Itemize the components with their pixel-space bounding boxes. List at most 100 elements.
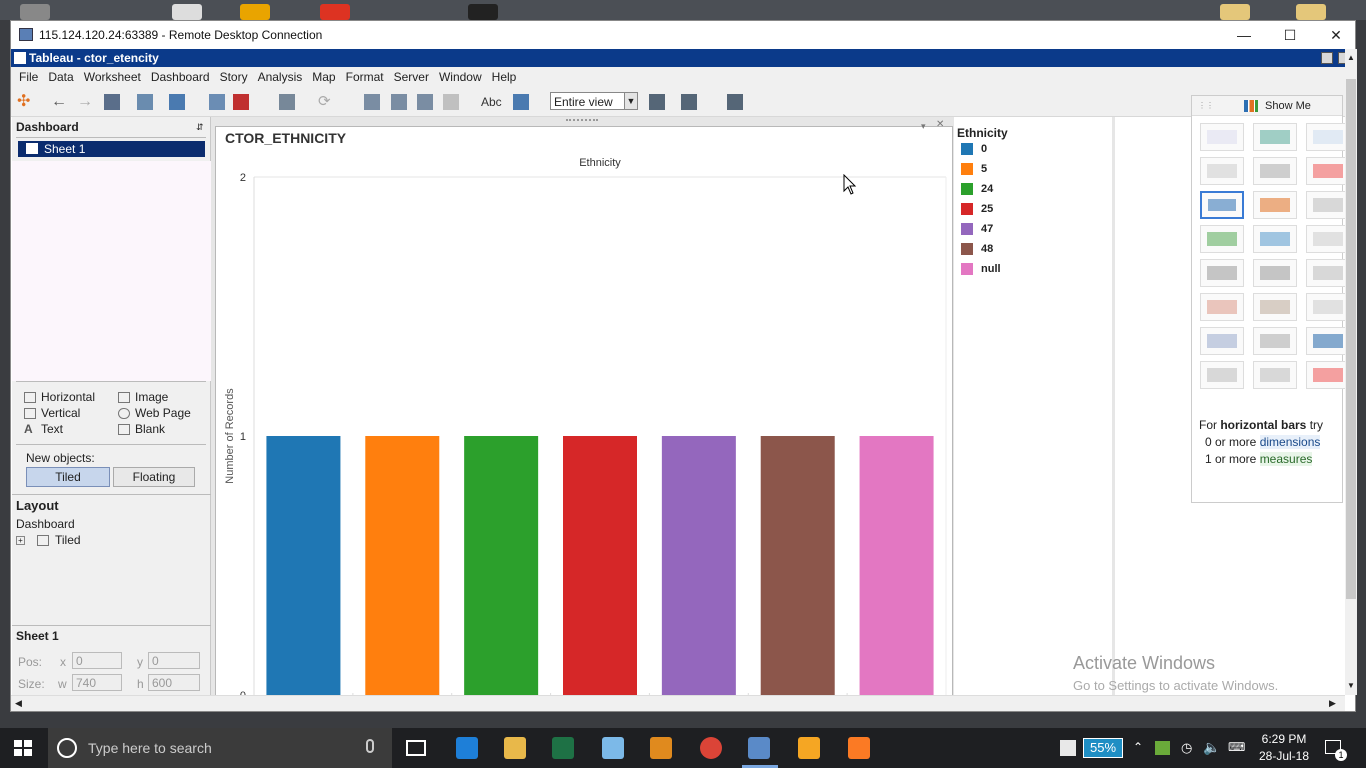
input-language-icon[interactable]: ⌨ <box>1228 740 1245 754</box>
media-player-icon[interactable] <box>798 737 820 759</box>
task-view-icon[interactable] <box>406 740 426 756</box>
scroll-up-icon[interactable]: ▲ <box>1347 53 1355 62</box>
drag-handle[interactable] <box>566 119 598 124</box>
desktop-icon[interactable] <box>172 4 202 20</box>
restore-button[interactable] <box>1321 52 1333 64</box>
layout-tree-item[interactable]: + Tiled <box>16 533 81 547</box>
object-vertical[interactable]: Vertical <box>24 406 80 420</box>
chart-type-thumbnail[interactable] <box>1200 327 1244 355</box>
menu-format[interactable]: Format <box>341 70 389 84</box>
layout-root[interactable]: Dashboard <box>16 517 75 531</box>
chart-type-thumbnail[interactable] <box>1306 157 1350 185</box>
bar-null[interactable] <box>859 436 934 695</box>
zone-menu-icon[interactable]: ▾ <box>921 121 926 132</box>
chart-type-thumbnail[interactable] <box>1306 361 1350 389</box>
sheet-zone[interactable]: CTOR_ETHNICITY ▾ ✕ Ethnicity210Number of… <box>215 119 953 696</box>
menu-file[interactable]: File <box>14 70 43 84</box>
battery-indicator[interactable]: 55% <box>1083 738 1123 758</box>
clear-sheet-icon[interactable] <box>233 94 249 110</box>
chrome-icon[interactable] <box>700 737 722 759</box>
desktop-icon[interactable] <box>240 4 270 20</box>
legend-item[interactable]: 47 <box>961 223 993 235</box>
clock-date[interactable]: 28-Jul-18 <box>1254 749 1314 763</box>
sort-ascending-icon[interactable] <box>391 94 407 110</box>
sublime-text-icon[interactable] <box>650 737 672 759</box>
new-worksheet-icon[interactable] <box>169 94 185 110</box>
new-data-source-icon[interactable] <box>137 94 153 110</box>
desktop-icon[interactable] <box>468 4 498 20</box>
file-explorer-icon[interactable] <box>504 737 526 759</box>
chart-type-thumbnail[interactable] <box>1253 327 1297 355</box>
desktop-icon[interactable] <box>1220 4 1250 20</box>
legend-item[interactable]: 5 <box>961 163 987 175</box>
chart-type-thumbnail[interactable] <box>1306 259 1350 287</box>
windows-start-icon[interactable] <box>14 740 32 756</box>
legend-item[interactable]: 48 <box>961 243 993 255</box>
clock-time[interactable]: 6:29 PM <box>1254 732 1314 746</box>
size-w-input[interactable]: 740 <box>72 674 122 691</box>
pos-y-input[interactable]: 0 <box>148 652 200 669</box>
chart-type-thumbnail[interactable] <box>1200 123 1244 151</box>
chart-type-thumbnail[interactable] <box>1306 327 1350 355</box>
bar-24[interactable] <box>464 436 539 695</box>
maximize-button[interactable]: ☐ <box>1267 21 1313 49</box>
show-me-header[interactable]: ⋮⋮ Show Me <box>1192 96 1342 116</box>
chart-type-thumbnail[interactable] <box>1253 157 1297 185</box>
show-labels-button[interactable]: Abc <box>481 95 502 109</box>
size-h-input[interactable]: 600 <box>148 674 200 691</box>
chart-type-thumbnail[interactable] <box>1253 191 1297 219</box>
close-button[interactable]: ✕ <box>1313 21 1359 49</box>
zone-close-icon[interactable]: ✕ <box>936 119 944 130</box>
bar-5[interactable] <box>365 436 440 695</box>
bar-47[interactable] <box>661 436 736 695</box>
refresh-icon[interactable]: ⟳ <box>318 94 334 110</box>
tableau-start-icon[interactable]: ✣ <box>17 94 33 110</box>
save-icon[interactable] <box>104 94 120 110</box>
chart-type-thumbnail[interactable] <box>1306 293 1350 321</box>
notification-count[interactable]: 1 <box>1335 749 1347 761</box>
wifi-icon[interactable]: ◷ <box>1181 740 1192 756</box>
tiled-button[interactable]: Tiled <box>26 467 110 487</box>
object-image[interactable]: Image <box>118 390 168 404</box>
scroll-right-icon[interactable]: ▶ <box>1329 698 1336 709</box>
menu-map[interactable]: Map <box>307 70 340 84</box>
group-icon[interactable] <box>443 94 459 110</box>
chart-type-thumbnail[interactable] <box>1253 259 1297 287</box>
volume-icon[interactable]: 🔈 <box>1203 739 1220 756</box>
scroll-thumb[interactable] <box>1346 79 1356 599</box>
menu-analysis[interactable]: Analysis <box>253 70 308 84</box>
chart-type-thumbnail[interactable] <box>1200 157 1244 185</box>
nvidia-icon[interactable] <box>1155 741 1170 755</box>
legend-item[interactable]: 0 <box>961 143 987 155</box>
bar-48[interactable] <box>760 436 835 695</box>
redo-icon[interactable]: → <box>77 94 93 110</box>
menu-dashboard[interactable]: Dashboard <box>146 70 215 84</box>
panel-menu-icon[interactable]: ⇵ <box>196 122 204 133</box>
chart-type-thumbnail[interactable] <box>1253 293 1297 321</box>
legend-item[interactable]: null <box>961 263 1001 275</box>
chart-type-thumbnail[interactable] <box>1253 123 1297 151</box>
floating-button[interactable]: Floating <box>113 467 195 487</box>
chart-type-thumbnail[interactable] <box>1200 293 1244 321</box>
bar-0[interactable] <box>266 436 341 695</box>
legend-item[interactable]: 24 <box>961 183 993 195</box>
swap-icon[interactable] <box>364 94 380 110</box>
menu-worksheet[interactable]: Worksheet <box>79 70 146 84</box>
scroll-down-icon[interactable]: ▼ <box>1347 681 1355 690</box>
chart-type-thumbnail[interactable] <box>1306 191 1350 219</box>
bar-25[interactable] <box>563 436 637 695</box>
microphone-icon[interactable] <box>366 739 374 753</box>
sort-descending-icon[interactable] <box>417 94 433 110</box>
search-box[interactable]: Type here to search <box>48 728 392 768</box>
chart-type-thumbnail[interactable] <box>1200 259 1244 287</box>
menu-data[interactable]: Data <box>43 70 78 84</box>
sheet-list-item[interactable]: Sheet 1 <box>18 141 205 157</box>
pos-x-input[interactable]: 0 <box>72 652 122 669</box>
scroll-left-icon[interactable]: ◀ <box>15 698 22 709</box>
chart-type-thumbnail[interactable] <box>1306 123 1350 151</box>
chevron-down-icon[interactable]: ▼ <box>624 93 637 109</box>
desktop-icon[interactable] <box>1296 4 1326 20</box>
defender-icon[interactable] <box>1060 740 1076 756</box>
menu-window[interactable]: Window <box>434 70 487 84</box>
excel-icon[interactable] <box>552 737 574 759</box>
